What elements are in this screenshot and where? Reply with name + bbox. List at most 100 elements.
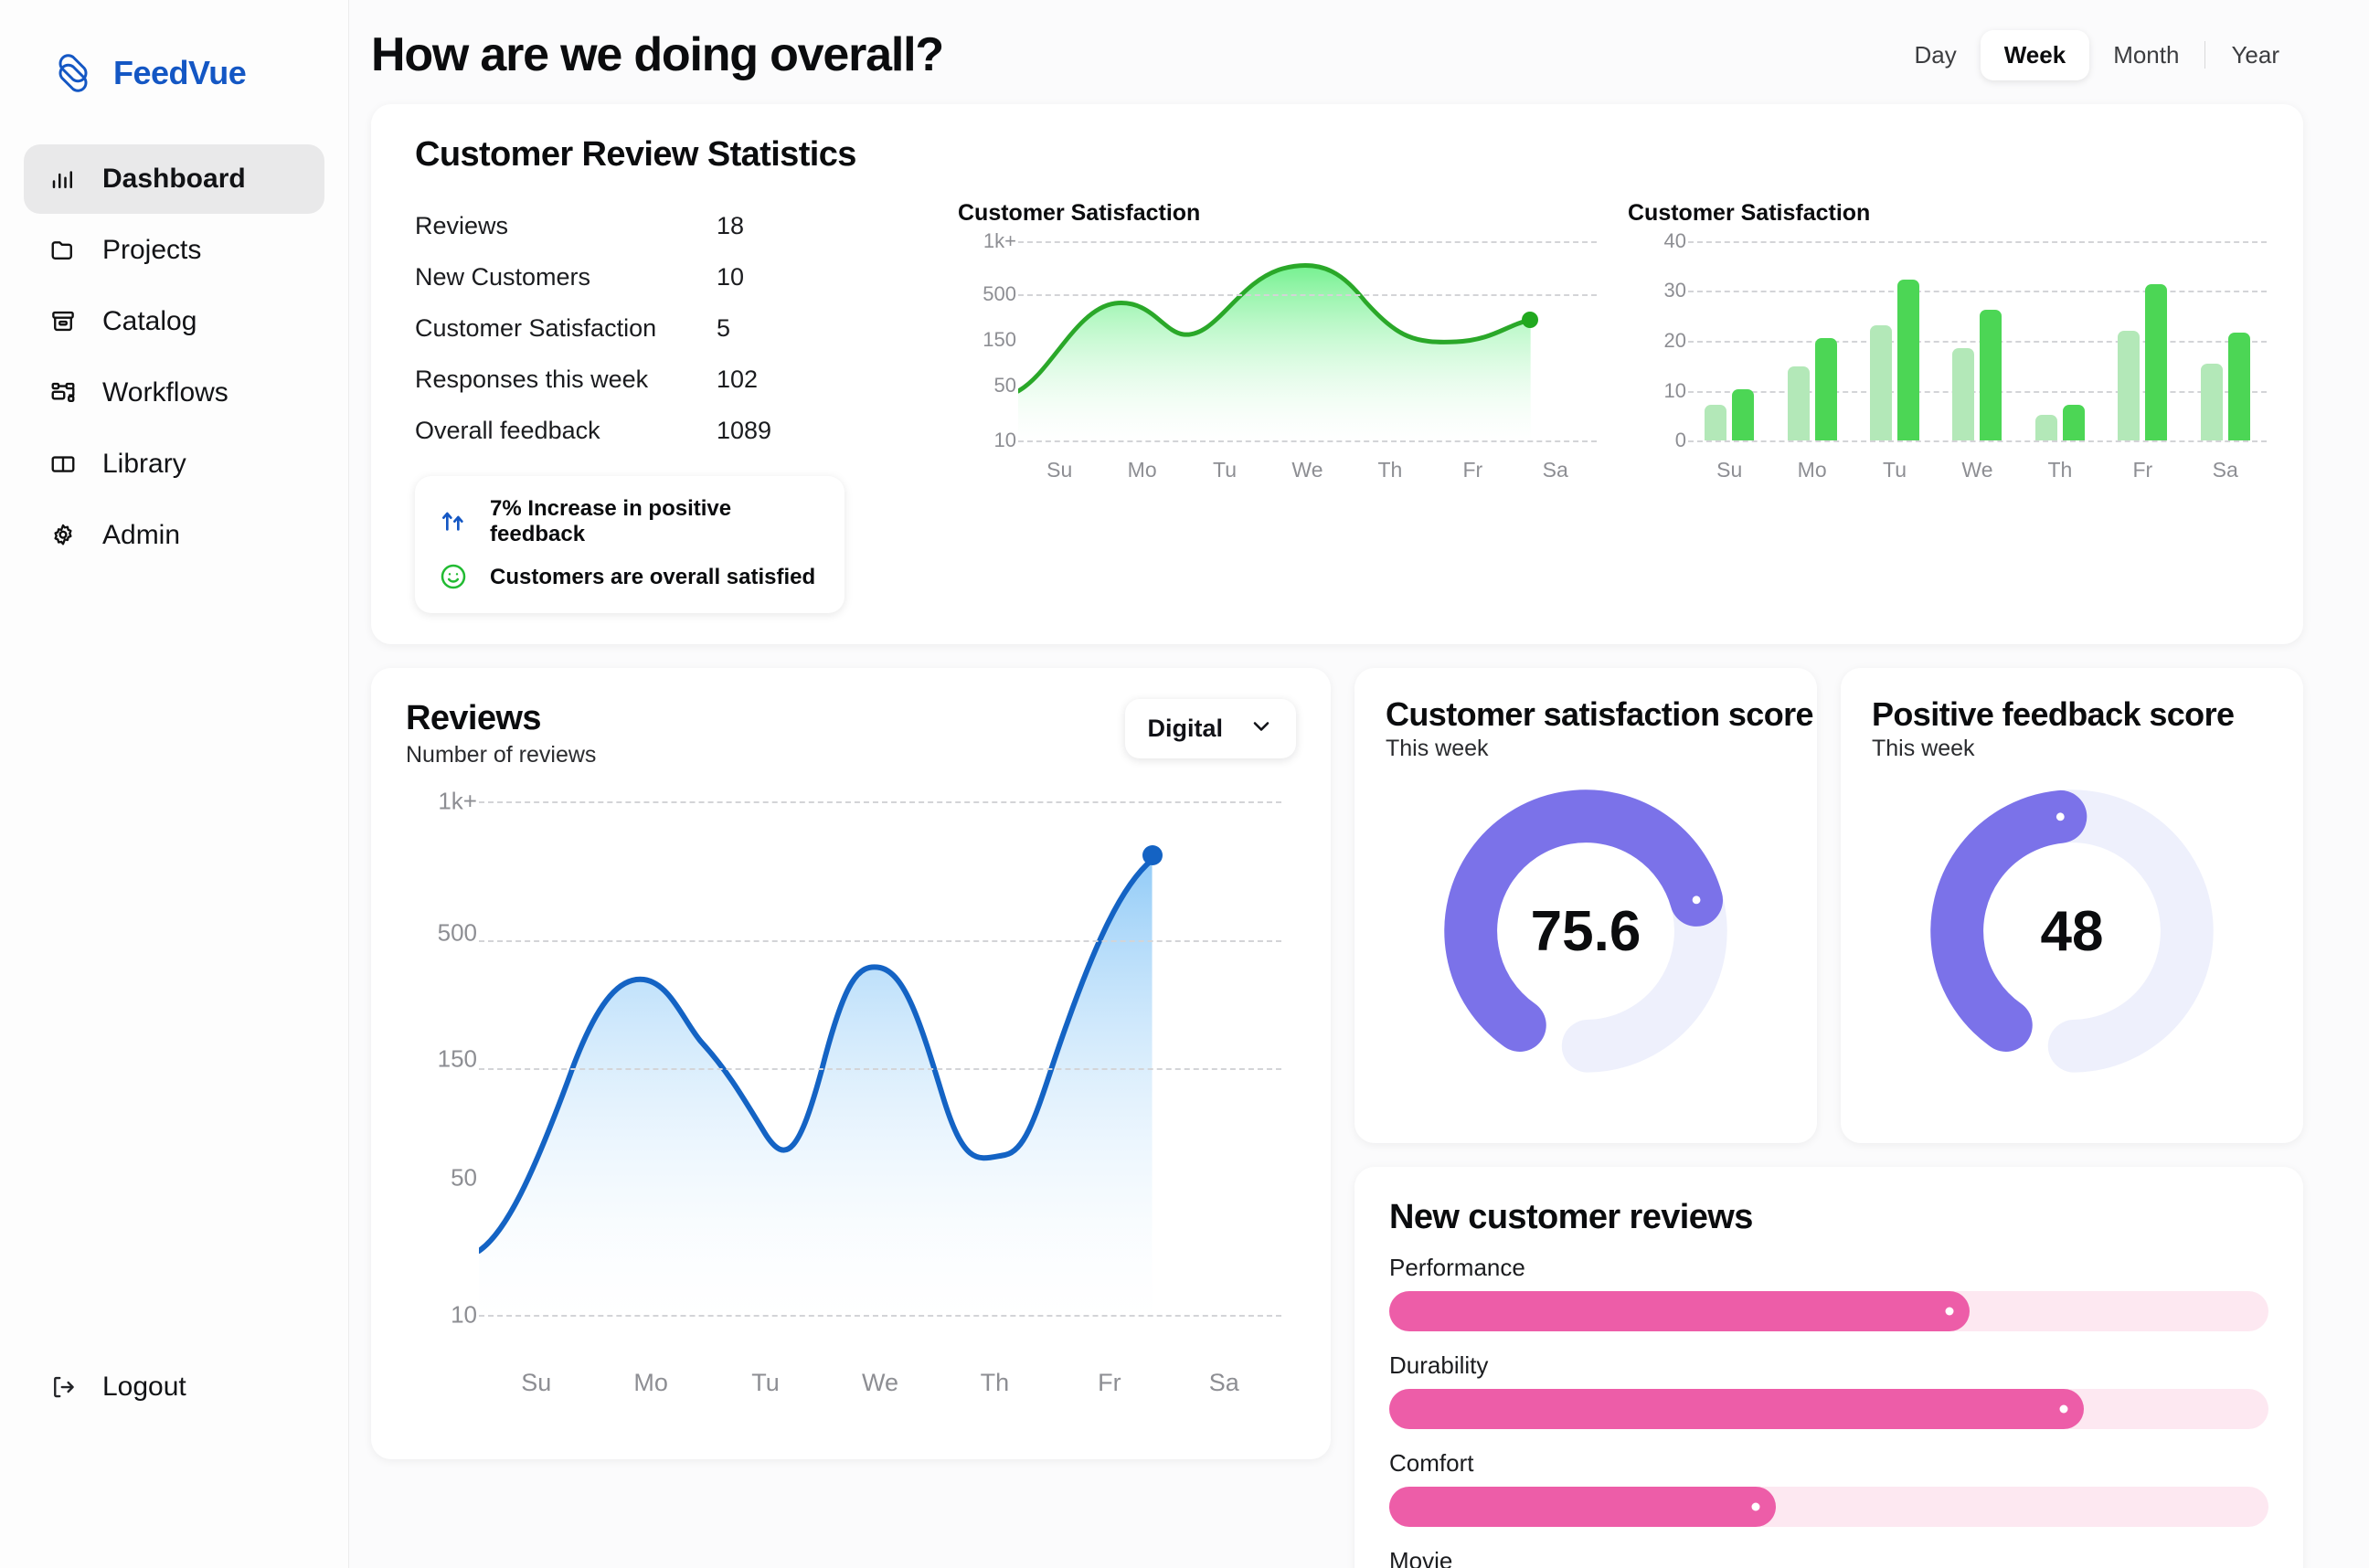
insight-row: 7% Increase in positive feedback <box>439 496 821 547</box>
ncr-track[interactable] <box>1389 1487 2268 1527</box>
stat-value: 102 <box>717 365 759 393</box>
stats-title: Customer Review Statistics <box>415 135 856 174</box>
y-tick: 0 <box>1674 429 1686 451</box>
stat-value: 18 <box>717 211 745 239</box>
chart-title: Customer Satisfaction <box>958 200 1201 226</box>
insight-row: Customers are overall satisfied <box>439 562 821 593</box>
ncr-thumb-dot <box>1751 1502 1760 1511</box>
ncr-track[interactable] <box>1389 1291 2268 1331</box>
x-tick: Su <box>1716 458 1743 482</box>
sidebar-item-label: Workflows <box>102 377 228 408</box>
x-tick: Sa <box>2212 458 2238 482</box>
bar <box>1980 310 2002 440</box>
sidebar-item-projects[interactable]: Projects <box>24 216 324 285</box>
sidebar-item-logout[interactable]: Logout <box>24 1352 210 1422</box>
ncr-item: Performance <box>1389 1254 2268 1331</box>
stats-list: Reviews 18 New Customers 10 Customer Sat… <box>415 200 927 613</box>
ncr-thumb-dot <box>1945 1307 1954 1316</box>
insights-callout: 7% Increase in positive feedback Custome… <box>415 476 845 613</box>
bar <box>1732 389 1755 440</box>
gauge-chart: 75.6 <box>1386 762 1786 1100</box>
sidebar-item-dashboard[interactable]: Dashboard <box>24 144 324 214</box>
x-tick: Th <box>980 1369 1010 1396</box>
tab-year[interactable]: Year <box>2207 30 2303 80</box>
bar <box>2145 284 2168 440</box>
stat-value: 10 <box>717 262 745 291</box>
x-tick: Su <box>521 1369 552 1396</box>
gauge-subtitle: This week <box>1872 736 1975 761</box>
y-tick: 30 <box>1663 279 1686 302</box>
plot-area <box>1688 236 2267 446</box>
workflow-icon <box>48 377 79 408</box>
ncr-item: Movie <box>1389 1547 2268 1568</box>
stat-label: Overall feedback <box>415 416 600 444</box>
x-axis-labels: Su Mo Tu We Th Fr Sa <box>1688 458 2267 482</box>
tab-day[interactable]: Day <box>1890 30 1980 80</box>
book-icon <box>48 449 79 480</box>
gauge-chart: 48 <box>1872 762 2272 1100</box>
sidebar-item-label: Dashboard <box>102 164 246 194</box>
y-tick: 150 <box>437 1044 477 1073</box>
customer-satisfaction-area-chart: Customer Satisfaction 1k+ 500 150 50 10 <box>958 200 1597 613</box>
ncr-item: Durability <box>1389 1351 2268 1429</box>
y-tick: 50 <box>993 374 1016 397</box>
y-tick: 10 <box>993 429 1016 451</box>
archive-icon <box>48 306 79 337</box>
gauge-subtitle: This week <box>1386 736 1489 761</box>
bar-group <box>2019 236 2101 440</box>
gauge-title: Positive feedback score <box>1872 695 2235 733</box>
positive-feedback-score-card: Positive feedback score This week 48 <box>1841 668 2303 1143</box>
plot-area <box>476 794 1281 1324</box>
sidebar-item-workflows[interactable]: Workflows <box>24 358 324 428</box>
bar <box>1897 279 1920 440</box>
gauge-row: Customer satisfaction score This week 75… <box>1354 668 2303 1143</box>
series-end-marker <box>1142 844 1163 865</box>
y-tick: 50 <box>451 1163 477 1192</box>
sidebar-item-catalog[interactable]: Catalog <box>24 287 324 356</box>
chevron-down-icon <box>1248 714 1274 744</box>
time-range-tabs: Day Week Month Year <box>1890 29 2303 80</box>
y-tick: 150 <box>983 328 1016 351</box>
bar <box>1814 338 1837 440</box>
ncr-label: Comfort <box>1389 1449 1474 1477</box>
ncr-track[interactable] <box>1389 1389 2268 1429</box>
x-tick: Fr <box>1462 458 1483 482</box>
reviews-title: Reviews <box>406 699 542 737</box>
x-tick: Tu <box>751 1369 780 1396</box>
bar <box>1870 325 1893 440</box>
ncr-title: New customer reviews <box>1389 1198 1753 1236</box>
stat-value: 5 <box>717 313 731 342</box>
x-tick: Th <box>2047 458 2073 482</box>
sidebar-item-label: Admin <box>102 520 181 550</box>
x-tick: Mo <box>1797 458 1827 482</box>
folder-icon <box>48 235 79 266</box>
bar-group <box>1854 236 1936 440</box>
y-axis-labels: 40 30 20 10 0 <box>1628 229 1692 451</box>
y-tick: 10 <box>451 1300 477 1329</box>
sidebar-item-admin[interactable]: Admin <box>24 501 324 570</box>
x-tick: Su <box>1046 458 1073 482</box>
x-tick: Th <box>1377 458 1403 482</box>
tab-month[interactable]: Month <box>2089 30 2203 80</box>
category-dropdown[interactable]: Digital <box>1125 699 1296 758</box>
x-tick: Fr <box>1098 1369 1121 1396</box>
sign-out-icon <box>48 1372 79 1403</box>
plot-area <box>1015 236 1597 446</box>
stat-label: New Customers <box>415 262 591 291</box>
stat-row: Reviews 18 <box>415 200 927 251</box>
ncr-fill <box>1389 1291 1970 1331</box>
stat-row: New Customers 10 <box>415 251 927 302</box>
tab-week[interactable]: Week <box>1980 29 2090 80</box>
bar <box>2118 330 2141 440</box>
ncr-fill <box>1389 1389 2084 1429</box>
sidebar-item-label: Projects <box>102 235 202 265</box>
stat-label: Reviews <box>415 211 509 239</box>
sidebar-item-library[interactable]: Library <box>24 429 324 499</box>
bar <box>1952 348 1975 440</box>
bar <box>2062 404 2085 440</box>
customer-review-statistics-card: Customer Review Statistics Reviews 18 Ne… <box>371 104 2303 644</box>
bar <box>1705 404 1727 440</box>
x-axis-labels: Su Mo Tu We Th Fr Sa <box>1018 458 1597 482</box>
right-column: Customer satisfaction score This week 75… <box>1354 668 2303 1568</box>
bar <box>2200 364 2223 440</box>
